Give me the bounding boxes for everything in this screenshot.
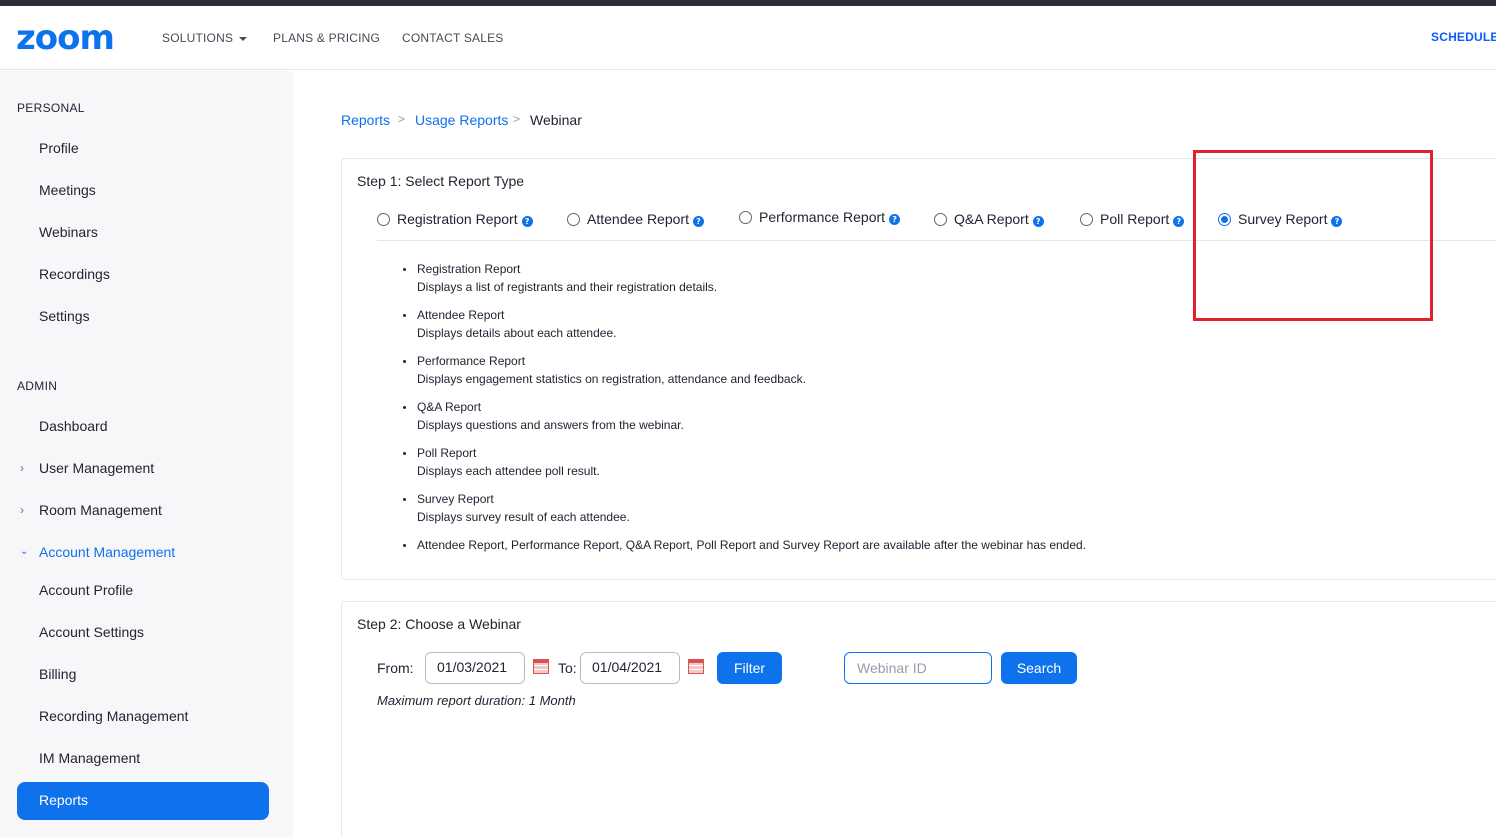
radio-label: Registration Report xyxy=(397,211,518,227)
description-title: Survey Report xyxy=(417,492,494,506)
bullet xyxy=(403,406,406,409)
calendar-icon[interactable] xyxy=(533,659,549,674)
description-text: Displays questions and answers from the … xyxy=(417,418,684,432)
description-title: Q&A Report xyxy=(417,400,482,414)
sidebar-item-room-management[interactable]: Room Management xyxy=(39,501,162,519)
zoom-logo[interactable]: zoom xyxy=(16,21,115,55)
sidebar-item-recording-management[interactable]: Recording Management xyxy=(39,707,188,725)
chevron-right-icon[interactable]: › xyxy=(20,501,24,519)
sidebar-item-meetings[interactable]: Meetings xyxy=(39,181,96,199)
radio-label: Performance Report xyxy=(759,209,886,225)
schedule-link[interactable]: SCHEDULE xyxy=(1431,30,1496,44)
breadcrumb-separator: > xyxy=(398,112,406,126)
sidebar-item-recordings[interactable]: Recordings xyxy=(39,265,110,283)
to-label: To: xyxy=(558,660,577,676)
radio-registration-report[interactable]: Registration Report? xyxy=(377,210,533,228)
description-title: Poll Report xyxy=(417,446,477,460)
nav-solutions-label: SOLUTIONS xyxy=(162,31,234,45)
breadcrumb-separator: > xyxy=(513,112,521,126)
from-label: From: xyxy=(377,660,414,676)
radio-label: Poll Report xyxy=(1100,211,1170,227)
sidebar-item-webinars[interactable]: Webinars xyxy=(39,223,98,241)
sidebar-item-account-settings[interactable]: Account Settings xyxy=(39,623,144,641)
bullet xyxy=(403,498,406,501)
bullet xyxy=(403,360,406,363)
sidebar: PERSONAL Profile Meetings Webinars Recor… xyxy=(0,71,293,837)
help-icon[interactable]: ? xyxy=(521,216,533,227)
radio-button[interactable] xyxy=(934,213,947,226)
step1-title: Step 1: Select Report Type xyxy=(357,173,525,189)
sidebar-item-profile[interactable]: Profile xyxy=(39,139,79,157)
radio-button[interactable] xyxy=(567,213,580,226)
sidebar-personal-title: PERSONAL xyxy=(17,101,85,115)
nav-contact-sales[interactable]: CONTACT SALES xyxy=(402,30,504,46)
radio-label: Q&A Report xyxy=(954,211,1029,227)
caret-down-icon xyxy=(239,36,248,41)
bullet xyxy=(403,452,406,455)
description-text: Displays a list of registrants and their… xyxy=(417,280,718,294)
max-duration-note: Maximum report duration: 1 Month xyxy=(377,693,576,708)
sidebar-item-im-management[interactable]: IM Management xyxy=(39,749,140,767)
filter-button[interactable]: Filter xyxy=(717,652,782,684)
nav-plans-pricing[interactable]: PLANS & PRICING xyxy=(273,30,380,46)
radio-attendee-report[interactable]: Attendee Report? xyxy=(567,210,704,228)
help-icon[interactable]: ? xyxy=(1032,216,1044,227)
nav-solutions[interactable]: SOLUTIONS xyxy=(162,30,248,46)
step2-panel: Step 2: Choose a Webinar xyxy=(341,601,1496,837)
bullet xyxy=(403,314,406,317)
breadcrumb-reports[interactable]: Reports xyxy=(341,111,390,129)
sidebar-item-settings[interactable]: Settings xyxy=(39,307,90,325)
availability-note: Attendee Report, Performance Report, Q&A… xyxy=(417,538,1087,552)
highlight-box xyxy=(1193,150,1433,321)
sidebar-item-reports[interactable]: Reports xyxy=(17,782,269,820)
breadcrumb-current: Webinar xyxy=(530,112,582,128)
to-date-input[interactable]: 01/04/2021 xyxy=(580,652,680,684)
radio-qa-report[interactable]: Q&A Report? xyxy=(934,210,1044,228)
help-icon[interactable]: ? xyxy=(889,214,901,225)
radio-button[interactable] xyxy=(1080,213,1093,226)
sidebar-item-account-profile[interactable]: Account Profile xyxy=(39,581,133,599)
search-button[interactable]: Search xyxy=(1001,652,1077,684)
sidebar-item-dashboard[interactable]: Dashboard xyxy=(39,417,108,435)
radio-label: Attendee Report xyxy=(587,211,689,227)
top-navbar: zoom SOLUTIONS PLANS & PRICING CONTACT S… xyxy=(0,6,1496,70)
sidebar-item-account-management[interactable]: Account Management xyxy=(39,543,175,561)
sidebar-item-reports-label: Reports xyxy=(39,792,89,808)
chevron-down-icon[interactable]: ⌄ xyxy=(20,543,28,561)
description-text: Displays engagement statistics on regist… xyxy=(417,372,806,386)
webinar-id-input[interactable] xyxy=(844,652,992,684)
description-text: Displays details about each attendee. xyxy=(417,326,617,340)
bullet xyxy=(403,544,406,547)
help-icon[interactable]: ? xyxy=(692,216,704,227)
sidebar-admin-title: ADMIN xyxy=(17,379,58,393)
help-icon[interactable]: ? xyxy=(1173,216,1185,227)
breadcrumb-usage-reports[interactable]: Usage Reports xyxy=(415,111,508,129)
radio-poll-report[interactable]: Poll Report? xyxy=(1080,210,1185,228)
sidebar-item-billing[interactable]: Billing xyxy=(39,665,76,683)
description-title: Performance Report xyxy=(417,354,526,368)
radio-performance-report[interactable]: Performance Report? xyxy=(739,208,901,226)
from-date-input[interactable]: 01/03/2021 xyxy=(425,652,525,684)
calendar-icon[interactable] xyxy=(688,659,704,674)
bullet xyxy=(403,268,406,271)
step2-title: Step 2: Choose a Webinar xyxy=(357,616,521,632)
description-text: Displays each attendee poll result. xyxy=(417,464,600,478)
chevron-right-icon[interactable]: › xyxy=(20,459,24,477)
radio-button[interactable] xyxy=(377,213,390,226)
description-text: Displays survey result of each attendee. xyxy=(417,510,630,524)
description-title: Attendee Report xyxy=(417,308,505,322)
description-title: Registration Report xyxy=(417,262,521,276)
sidebar-item-user-management[interactable]: User Management xyxy=(39,459,154,477)
radio-button[interactable] xyxy=(739,211,752,224)
